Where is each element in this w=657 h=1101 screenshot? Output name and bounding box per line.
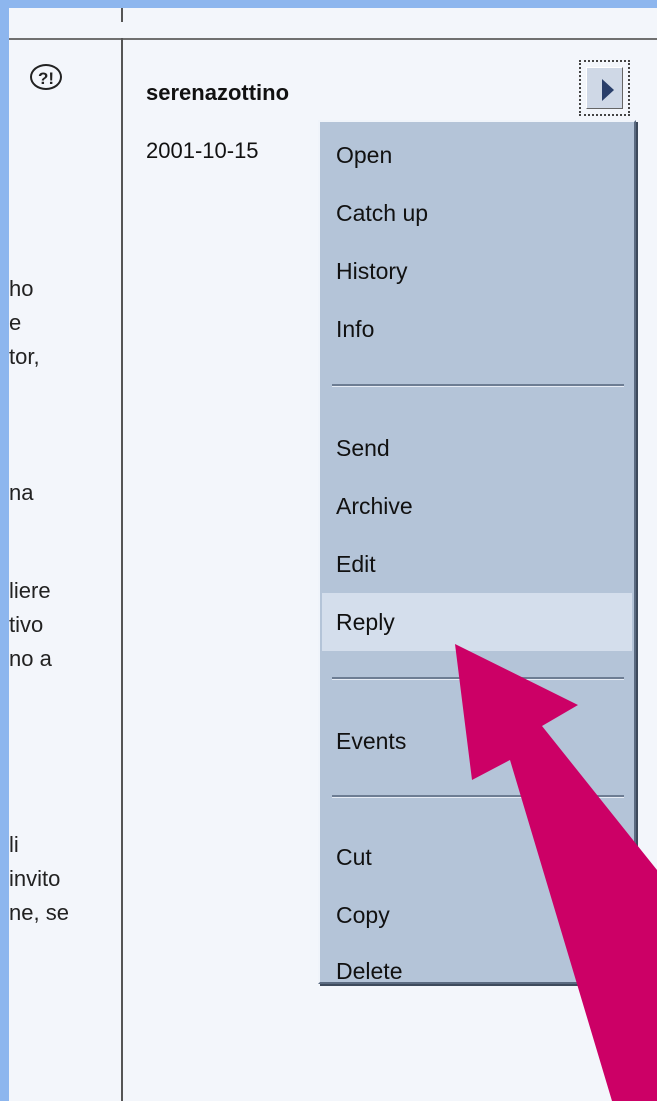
body-text-fragment: li bbox=[9, 832, 19, 857]
context-menu-button[interactable] bbox=[579, 60, 630, 116]
menu-separator bbox=[332, 384, 624, 387]
body-text-fragment: no a bbox=[9, 646, 52, 671]
body-text-fragment: e bbox=[9, 310, 22, 335]
menu-item-cut[interactable]: Cut bbox=[322, 828, 632, 886]
menu-item-send[interactable]: Send bbox=[322, 419, 632, 477]
body-text-fragment: tivo bbox=[9, 612, 44, 637]
menu-item-catch-up[interactable]: Catch up bbox=[322, 184, 632, 242]
body-text-fragment: ho bbox=[9, 276, 34, 301]
triangle-right-icon bbox=[602, 79, 614, 101]
body-text-fragment: invito bbox=[9, 866, 61, 891]
menu-separator bbox=[332, 795, 624, 798]
window-frame-left bbox=[0, 0, 9, 1101]
header-column-divider bbox=[121, 8, 123, 22]
menu-item-open[interactable]: Open bbox=[322, 126, 632, 184]
body-text-fragment: tor, bbox=[9, 344, 40, 369]
menu-item-delete[interactable]: Delete bbox=[322, 942, 632, 1000]
menu-separator bbox=[332, 677, 624, 680]
message-body-column: ?! ho e tor, na liere tivo no a li invit… bbox=[9, 40, 121, 1101]
body-text-fragment: ne, se bbox=[9, 900, 69, 925]
question-exclamation-icon[interactable]: ?! bbox=[30, 64, 62, 90]
menu-item-history[interactable]: History bbox=[322, 242, 632, 300]
column-divider bbox=[121, 38, 123, 1101]
message-date: 2001-10-15 bbox=[146, 138, 259, 163]
menu-item-archive[interactable]: Archive bbox=[322, 477, 632, 535]
body-text-fragment: na bbox=[9, 480, 34, 505]
menu-item-copy[interactable]: Copy bbox=[322, 886, 632, 944]
menu-item-info[interactable]: Info bbox=[322, 300, 632, 358]
menu-item-reply[interactable]: Reply bbox=[322, 593, 632, 651]
context-menu: Open Catch up History Info Send Archive … bbox=[318, 120, 636, 984]
body-text-fragment: liere bbox=[9, 578, 51, 603]
menu-item-edit[interactable]: Edit bbox=[322, 535, 632, 593]
menu-item-events[interactable]: Events bbox=[322, 712, 632, 770]
window-frame-top bbox=[0, 0, 657, 8]
message-author[interactable]: serenazottino bbox=[146, 80, 289, 106]
header-strip bbox=[9, 8, 657, 40]
